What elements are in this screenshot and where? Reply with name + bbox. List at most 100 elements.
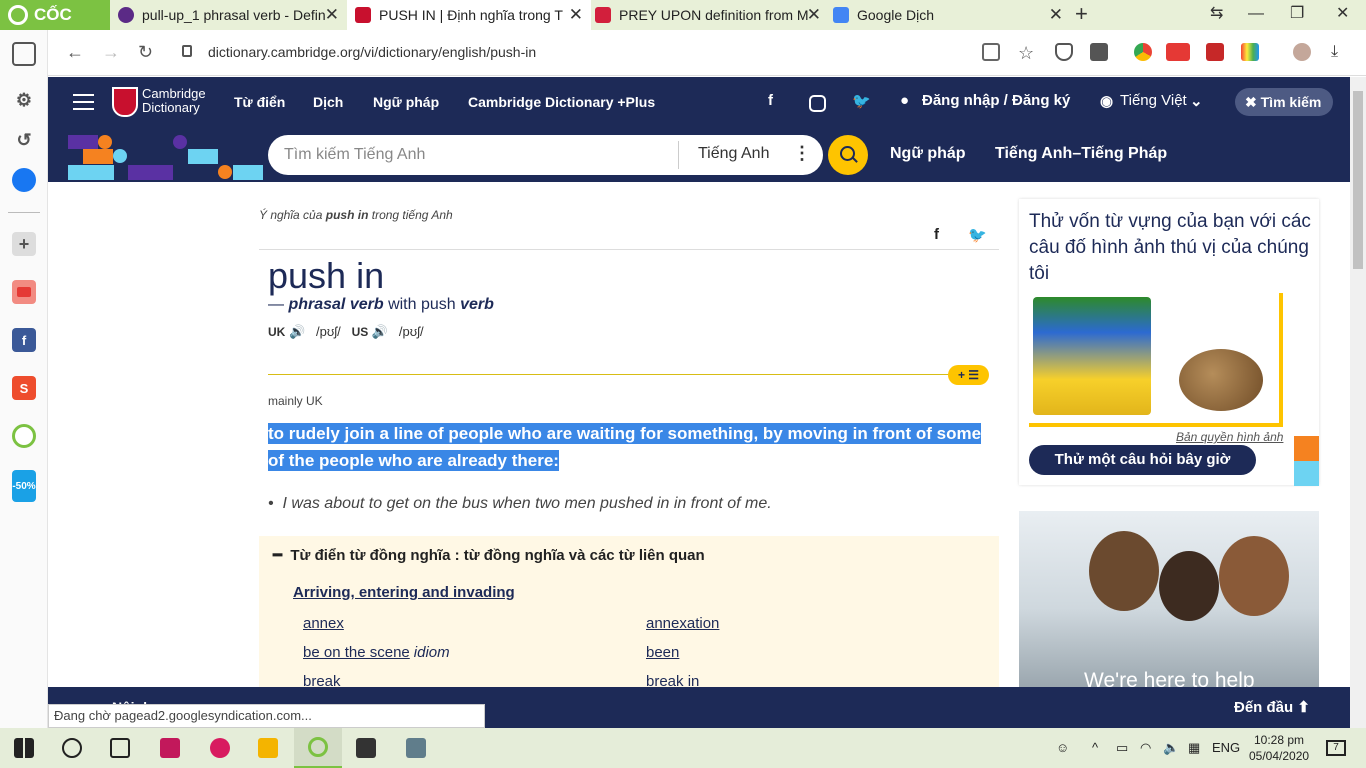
thesaurus-word[interactable]: break	[303, 673, 341, 688]
login-link[interactable]: Đăng nhập / Đăng ký	[922, 92, 1070, 109]
nav-translate[interactable]: Dịch	[313, 94, 343, 110]
thesaurus-word[interactable]: annexation	[646, 615, 719, 632]
thesaurus-word[interactable]: been	[646, 644, 679, 661]
thesaurus-header[interactable]: ━ Từ điển từ đồng nghĩa : từ đồng nghĩa …	[273, 546, 705, 564]
youtube-icon[interactable]	[12, 280, 36, 304]
instagram-icon[interactable]	[809, 95, 826, 112]
download-icon[interactable]	[1090, 43, 1108, 61]
coccoc-taskbar-button[interactable]	[294, 728, 342, 768]
back-icon[interactable]: ←	[66, 42, 84, 63]
crumb-suffix: trong tiếng Anh	[371, 208, 453, 222]
share-twitter-icon[interactable]: 🐦	[968, 226, 987, 244]
divider	[259, 249, 999, 250]
new-badge-icon[interactable]	[1166, 43, 1190, 61]
shopee-icon[interactable]: S	[12, 376, 36, 400]
downloads-icon[interactable]: ⤓	[1331, 43, 1349, 61]
bookmark-star-icon[interactable]: ☆	[1018, 43, 1036, 63]
tab-close-icon[interactable]: ✕	[1049, 0, 1063, 30]
ad-banner[interactable]: We're here to help	[1019, 511, 1319, 688]
english-french-link[interactable]: Tiếng Anh–Tiếng Pháp	[995, 145, 1167, 163]
forward-icon[interactable]: →	[102, 42, 120, 63]
menu-icon[interactable]	[73, 94, 94, 110]
history-icon[interactable]: ↺	[12, 128, 36, 152]
tab-push-in[interactable]: PUSH IN | Định nghĩa trong T ✕	[347, 0, 591, 30]
extension-icon[interactable]	[1134, 43, 1152, 61]
keyboard-icon[interactable]: ▦	[1188, 740, 1200, 756]
maximize-icon[interactable]: ❐	[1290, 0, 1304, 30]
tab-close-icon[interactable]: ✕	[807, 0, 821, 30]
extension-red-icon[interactable]	[1206, 43, 1224, 61]
tab-search-icon[interactable]: ⇆	[1210, 0, 1223, 30]
tray-chevron-icon[interactable]: ^	[1092, 740, 1098, 755]
search-taskbar-button[interactable]	[48, 728, 96, 768]
tiki-icon[interactable]: -50%	[12, 470, 36, 502]
image-credits-link[interactable]: Bản quyền hình ảnh	[1176, 430, 1283, 444]
scrollbar[interactable]	[1350, 77, 1366, 728]
task-view-button[interactable]	[96, 728, 144, 768]
sidebar-toggle-icon[interactable]	[12, 42, 36, 66]
search-button[interactable]	[828, 135, 868, 175]
add-icon[interactable]: +	[12, 232, 36, 256]
messenger-icon[interactable]	[12, 168, 36, 192]
reload-icon[interactable]: ↻	[138, 42, 153, 63]
taskbar-app[interactable]	[392, 728, 440, 768]
coccoc-logo[interactable]: CỐC CỐC	[0, 0, 110, 54]
taskbar-app[interactable]	[196, 728, 244, 768]
start-button[interactable]	[0, 728, 48, 768]
battery-icon[interactable]: ▭	[1116, 740, 1128, 756]
cambridge-logo[interactable]: Cambridge Dictionary	[142, 87, 206, 115]
share-facebook-icon[interactable]: f	[934, 226, 939, 243]
input-language[interactable]: ENG	[1212, 740, 1240, 755]
taskbar-app[interactable]	[342, 728, 390, 768]
new-tab-icon[interactable]: +	[1075, 0, 1088, 28]
twitter-icon[interactable]: 🐦	[852, 92, 871, 110]
thesaurus-word[interactable]: break in	[646, 673, 699, 688]
chevron-down-icon[interactable]: ⌄	[1190, 92, 1203, 110]
status-bar: Đang chờ pagead2.googlesyndication.com..…	[48, 704, 485, 728]
scrollbar-thumb[interactable]	[1353, 91, 1363, 269]
tab-pull-up[interactable]: pull-up_1 phrasal verb - Defin ✕	[110, 0, 347, 30]
uk-audio-icon[interactable]: 🔊	[289, 324, 305, 339]
word-text: been	[646, 644, 680, 661]
tab-close-icon[interactable]: ✕	[569, 0, 583, 30]
clock[interactable]: 10:28 pm 05/04/2020	[1249, 732, 1309, 764]
close-window-icon[interactable]: ✕	[1336, 0, 1349, 30]
notification-icon[interactable]: 7	[1326, 740, 1346, 756]
minimize-icon[interactable]: —	[1248, 0, 1264, 30]
settings-icon[interactable]: ⚙	[12, 88, 36, 112]
grammar-link[interactable]: Ngữ pháp	[890, 145, 966, 163]
search-input[interactable]: Tìm kiếm Tiếng Anh Tiếng Anh ⋮	[268, 135, 823, 175]
pos-verb-link[interactable]: verb	[460, 296, 494, 313]
coccoc-app-icon[interactable]	[12, 424, 36, 448]
wifi-icon[interactable]: ◠	[1140, 740, 1151, 756]
more-options-icon[interactable]: ⋮	[793, 143, 811, 164]
search-toggle-button[interactable]: ✖ Tìm kiếm	[1235, 88, 1333, 116]
people-icon[interactable]: ☺	[1056, 740, 1069, 755]
extension-grid-icon[interactable]	[1241, 43, 1259, 61]
thesaurus-word[interactable]: annex	[303, 615, 344, 632]
language-select[interactable]: Tiếng Việt	[1120, 92, 1187, 109]
taskbar-app[interactable]	[146, 728, 194, 768]
file-explorer-button[interactable]	[244, 728, 292, 768]
translate-icon[interactable]	[982, 43, 1000, 61]
tab-google-translate[interactable]: Google Dịch ✕	[829, 0, 1071, 30]
profile-avatar[interactable]	[1293, 43, 1311, 61]
thesaurus-word[interactable]: be on the scene idiom	[303, 644, 450, 661]
dictionary-select[interactable]: Tiếng Anh	[698, 145, 769, 163]
quiz-image[interactable]	[1029, 293, 1283, 427]
cambridge-shield-icon[interactable]	[112, 87, 138, 117]
tab-close-icon[interactable]: ✕	[325, 0, 339, 30]
shield-icon[interactable]	[1055, 43, 1073, 61]
nav-grammar[interactable]: Ngữ pháp	[373, 94, 439, 110]
add-to-list-button[interactable]: + ☰	[948, 365, 989, 385]
back-to-top-link[interactable]: Đến đầu ⬆	[1234, 698, 1310, 716]
thesaurus-category[interactable]: Arriving, entering and invading	[293, 584, 515, 601]
nav-dictionary[interactable]: Từ điển	[234, 94, 285, 110]
us-audio-icon[interactable]: 🔊	[372, 324, 388, 339]
facebook-icon[interactable]: f	[12, 328, 36, 352]
tab-prey-upon[interactable]: PREY UPON definition from M ✕	[591, 0, 829, 30]
volume-icon[interactable]: 🔈	[1163, 740, 1179, 756]
nav-plus[interactable]: Cambridge Dictionary +Plus	[468, 94, 655, 110]
try-quiz-button[interactable]: Thử một câu hỏi bây giờ	[1029, 445, 1256, 475]
facebook-icon[interactable]: f	[768, 92, 773, 109]
